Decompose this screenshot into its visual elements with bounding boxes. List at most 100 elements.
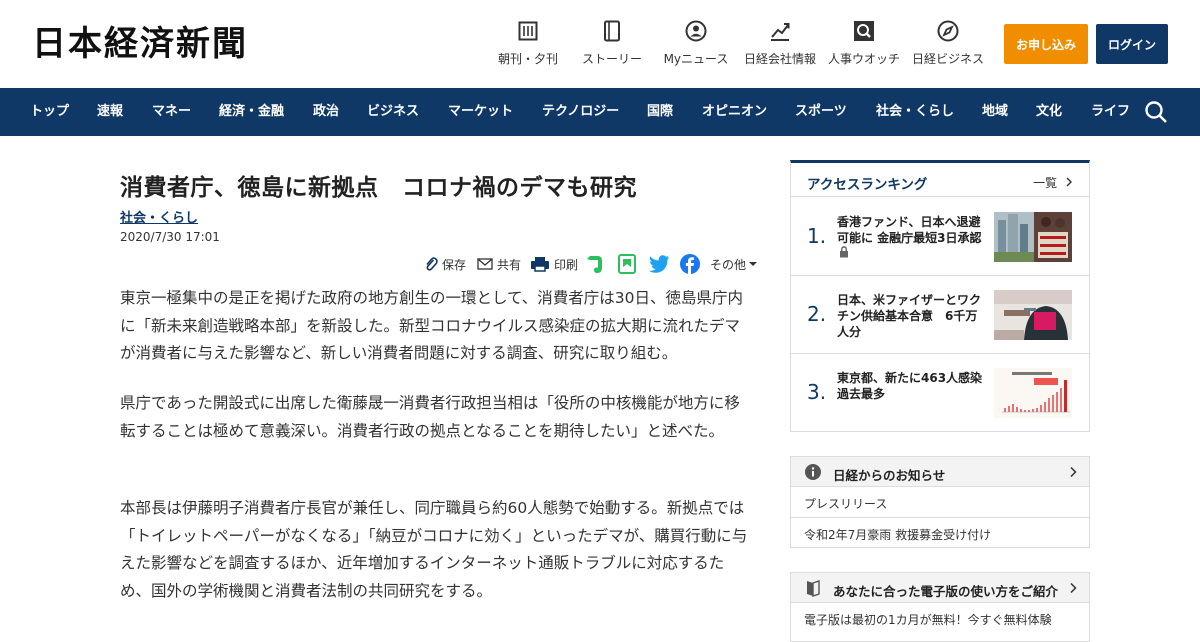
printer-icon	[531, 257, 549, 272]
other-share-dropdown[interactable]: その他	[710, 254, 762, 274]
save-button[interactable]: 保存	[424, 254, 466, 274]
article-paragraph: 県庁であった開設式に出席した衛藤晟一消費者行政担当相は「役所の中核機能が地方に移…	[120, 394, 740, 440]
utility-label: 人事ウオッチ	[827, 52, 900, 66]
rank-number: 3.	[807, 380, 827, 404]
search-icon[interactable]	[1144, 100, 1168, 124]
bookmark-share-button[interactable]	[618, 254, 640, 274]
article-date: 2020/7/30 17:01	[120, 230, 220, 244]
print-label: 印刷	[554, 257, 579, 272]
rank-thumbnail-covid-chart	[994, 368, 1072, 418]
nav-item-international[interactable]: 国際	[647, 88, 673, 136]
bookmark-icon	[618, 254, 636, 274]
mail-icon	[477, 258, 493, 270]
ranking-title: アクセスランキング	[807, 177, 928, 193]
article-paragraph: 東京一極集中の是正を掲げた政府の地方創生の一環として、消費者庁は30日、徳島県庁…	[120, 289, 743, 362]
site-header: 日本経済新聞 朝刊・夕刊 ストーリー Myニュース 日経会社情報 人事ウオッチ	[0, 0, 1200, 88]
facebook-share-button[interactable]	[680, 254, 704, 274]
nav-item-market[interactable]: マーケット	[448, 88, 513, 136]
rank-headline-text: 東京都、新たに463人感染 過去最多	[837, 371, 995, 401]
other-label: その他	[710, 257, 747, 272]
twitter-icon	[649, 255, 670, 273]
evernote-icon	[587, 256, 602, 273]
nav-item-opinion[interactable]: オピニオン	[702, 88, 767, 136]
rank-number: 1.	[807, 224, 827, 248]
rank-thumbnail-hongkong	[994, 212, 1072, 262]
chevron-right-icon	[1070, 466, 1077, 478]
ranking-more-label: 一覧	[1033, 176, 1058, 190]
chart-icon	[769, 20, 791, 42]
utility-label: ストーリー	[581, 52, 642, 66]
rank-headline: 東京都、新たに463人感染 過去最多	[837, 370, 994, 402]
nav-item-business[interactable]: ビジネス	[367, 88, 419, 136]
access-ranking: アクセスランキング 一覧 1. 香港ファンド、日本へ退避可能に 金融庁最短3日承…	[790, 160, 1090, 432]
nav-item-money[interactable]: マネー	[152, 88, 191, 136]
rank-headline-text: 香港ファンド、日本へ退避可能に 金融庁最短3日承認	[837, 215, 982, 245]
subscribe-button[interactable]: お申し込み	[1004, 24, 1088, 64]
utility-label: 朝刊・夕刊	[497, 52, 558, 66]
ranking-item[interactable]: 1. 香港ファンド、日本へ退避可能に 金融庁最短3日承認	[791, 198, 1089, 276]
ranking-header: アクセスランキング 一覧	[791, 163, 1089, 197]
save-label: 保存	[442, 257, 467, 272]
article-category-link[interactable]: 社会・くらし	[120, 207, 198, 226]
guide-title: あなたに合った電子版の使い方をご紹介	[833, 584, 1059, 599]
share-label: 共有	[497, 257, 522, 272]
nav-item-sports[interactable]: スポーツ	[795, 88, 847, 136]
evernote-share-button[interactable]	[586, 254, 608, 274]
paperclip-icon	[426, 257, 438, 271]
guide-text[interactable]: 電子版は最初の1カ月が無料！今すぐ無料体験	[804, 611, 1052, 628]
print-button[interactable]: 印刷	[530, 254, 578, 274]
utility-story[interactable]: ストーリー	[566, 20, 658, 67]
site-logo[interactable]: 日本経済新聞	[32, 24, 248, 64]
notice-header[interactable]: 日経からのお知らせ	[791, 457, 1089, 487]
notice-item[interactable]: 令和2年7月豪雨 救援募金受け付け	[791, 518, 1089, 549]
utility-personnel-watch[interactable]: 人事ウオッチ	[818, 20, 910, 67]
nav-item-politics[interactable]: 政治	[313, 88, 339, 136]
book-icon	[601, 20, 623, 42]
main-nav: トップ 速報 マネー 経済・金融 政治 ビジネス マーケット テクノロジー 国際…	[0, 88, 1200, 136]
utility-label: Myニュース	[663, 52, 729, 66]
book-open-icon	[807, 580, 820, 597]
guide-header[interactable]: あなたに合った電子版の使い方をご紹介	[791, 573, 1089, 603]
ranking-item[interactable]: 3. 東京都、新たに463人感染 過去最多	[791, 354, 1089, 432]
notice-title: 日経からのお知らせ	[833, 468, 946, 483]
rank-number: 2.	[807, 302, 827, 326]
utility-nikkei-business[interactable]: 日経ビジネス	[902, 20, 994, 67]
ranking-item[interactable]: 2. 日本、米ファイザーとワクチン供給基本合意 6千万人分	[791, 276, 1089, 354]
nav-item-breaking[interactable]: 速報	[97, 88, 123, 136]
utility-morning-evening[interactable]: 朝刊・夕刊	[482, 20, 574, 67]
twitter-share-button[interactable]	[649, 254, 674, 274]
chevron-right-icon	[1070, 582, 1077, 594]
nav-item-life[interactable]: ライフ	[1091, 88, 1130, 136]
chevron-right-icon	[1066, 177, 1072, 187]
article-paragraph: 本部長は伊藤明子消費者庁長官が兼任し、同庁職員ら約60人態勢で始動する。新拠点で…	[120, 499, 748, 600]
notice-item[interactable]: プレスリリース	[791, 487, 1089, 518]
utility-label: 日経会社情報	[743, 52, 816, 66]
utility-company-info[interactable]: 日経会社情報	[734, 20, 826, 67]
nav-item-technology[interactable]: テクノロジー	[542, 88, 619, 136]
nav-item-society[interactable]: 社会・くらし	[876, 88, 954, 136]
share-button[interactable]: 共有	[477, 254, 521, 274]
facebook-icon	[680, 254, 700, 274]
rank-headline-text: 日本、米ファイザーとワクチン供給基本合意 6千万人分	[837, 293, 982, 339]
article-title: 消費者庁、徳島に新拠点 コロナ禍のデマも研究	[120, 175, 637, 201]
nav-item-region[interactable]: 地域	[982, 88, 1008, 136]
utility-my-news[interactable]: Myニュース	[650, 20, 742, 67]
nav-item-top[interactable]: トップ	[30, 88, 69, 136]
user-icon	[685, 20, 707, 42]
caret-down-icon	[749, 262, 758, 266]
compass-icon	[937, 20, 959, 42]
nav-item-economy[interactable]: 経済・金融	[219, 88, 284, 136]
utility-label: 日経ビジネス	[911, 52, 984, 66]
ranking-more-link[interactable]: 一覧	[1033, 174, 1073, 191]
notice-item-label: プレスリリース	[804, 497, 888, 511]
search-person-icon	[853, 20, 875, 42]
rank-thumbnail-vaccine	[994, 290, 1072, 340]
nikkei-notices: 日経からのお知らせ プレスリリース 令和2年7月豪雨 救援募金受け付け	[790, 456, 1090, 548]
rank-headline: 日本、米ファイザーとワクチン供給基本合意 6千万人分	[837, 292, 987, 340]
rank-headline: 香港ファンド、日本へ退避可能に 金融庁最短3日承認	[837, 214, 987, 262]
login-button[interactable]: ログイン	[1096, 24, 1168, 64]
digital-guide: あなたに合った電子版の使い方をご紹介 電子版は最初の1カ月が無料！今すぐ無料体験	[790, 572, 1090, 642]
nav-item-culture[interactable]: 文化	[1036, 88, 1062, 136]
lock-icon	[840, 246, 848, 258]
info-icon	[805, 464, 821, 480]
